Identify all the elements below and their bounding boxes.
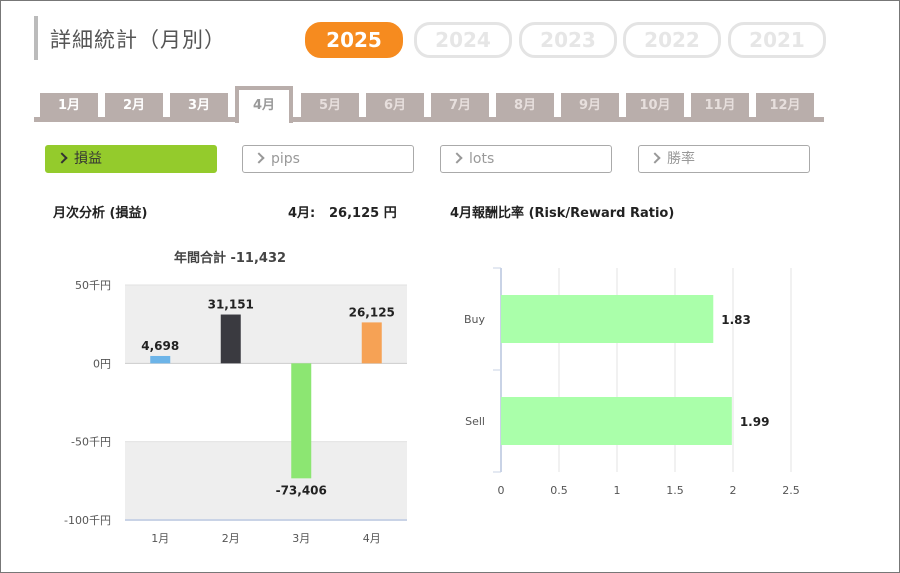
x-tick-label: 4月 (363, 532, 381, 545)
tab-month-9[interactable]: 9月 (561, 93, 619, 119)
metric-button-pips[interactable]: pips (242, 145, 414, 173)
year-button-2021[interactable]: 2021 (728, 22, 826, 58)
y-tick-label: -100千円 (64, 514, 111, 527)
tab-month-7[interactable]: 7月 (431, 93, 489, 119)
month-profit-label: 4月: (288, 206, 316, 221)
year-button-2023[interactable]: 2023 (519, 22, 617, 58)
ratio-heading: 4月報酬比率 (Risk/Reward Ratio) (450, 206, 675, 221)
chevron-right-icon (56, 152, 68, 164)
bar-value-label: 1.99 (740, 415, 770, 429)
plot-band (125, 441, 407, 520)
tab-month-3[interactable]: 3月 (170, 93, 228, 119)
bar (361, 322, 382, 364)
metric-label: lots (469, 151, 495, 167)
y-tick-label: 0円 (93, 357, 111, 370)
month-tabs: 1月 2月 3月 4月 5月 6月 7月 8月 9月 10月 11月 12月 (34, 86, 824, 123)
bar-value-label: 26,125 (349, 305, 395, 319)
y-tick-label: Sell (465, 415, 485, 428)
x-tick-label: 2.5 (782, 484, 800, 497)
y-tick-label: -50千円 (71, 436, 111, 449)
chevron-right-icon (649, 152, 661, 164)
metric-label: pips (271, 151, 300, 167)
chevron-right-icon (253, 152, 265, 164)
tab-month-1[interactable]: 1月 (40, 93, 98, 119)
bar-value-label: 31,151 (208, 298, 254, 312)
metric-label: 勝率 (667, 151, 695, 167)
bar-value-label: 1.83 (721, 313, 751, 327)
tab-month-12[interactable]: 12月 (756, 93, 814, 119)
tab-month-8[interactable]: 8月 (496, 93, 554, 119)
metric-label: 損益 (74, 151, 102, 167)
tab-month-5[interactable]: 5月 (301, 93, 359, 119)
month-profit-value: 26,125 円 (329, 206, 397, 221)
chevron-right-icon (451, 152, 463, 164)
x-tick-label: 2 (730, 484, 737, 497)
year-button-2024[interactable]: 2024 (414, 22, 512, 58)
y-tick-label: Buy (464, 313, 486, 326)
bar (501, 397, 732, 445)
x-tick-label: 1 (614, 484, 621, 497)
monthly-profit-chart: 年間合計 -11,432 50千円 0円 -50千円 -100千円 4,698 1月 31,1… (64, 250, 407, 545)
bar-value-label: -73,406 (276, 483, 327, 497)
year-button-2025[interactable]: 2025 (305, 22, 403, 58)
risk-reward-chart: 0 0.5 1 1.5 2 2.5 1.83 Buy 1.99 Sell (464, 267, 800, 497)
metric-button-profit[interactable]: 損益 (45, 145, 217, 173)
monthly-analysis-heading: 月次分析 (損益) (53, 206, 148, 221)
x-tick-label: 2月 (222, 532, 240, 545)
x-tick-label: 1.5 (666, 484, 684, 497)
title-bar: 詳細統計（月別） (34, 16, 225, 60)
metric-button-lots[interactable]: lots (440, 145, 612, 173)
x-tick-label: 3月 (292, 532, 310, 545)
page-title: 詳細統計（月別） (50, 28, 226, 52)
tab-month-11[interactable]: 11月 (691, 93, 749, 119)
bar (291, 363, 312, 479)
x-tick-label: 0 (498, 484, 505, 497)
metric-button-winrate[interactable]: 勝率 (638, 145, 810, 173)
y-tick-label: 50千円 (75, 279, 111, 292)
bar (501, 295, 714, 343)
tab-month-10[interactable]: 10月 (626, 93, 684, 119)
x-tick-label: 0.5 (550, 484, 568, 497)
bar (220, 314, 241, 364)
tab-month-4[interactable]: 4月 (235, 86, 293, 123)
tab-month-2[interactable]: 2月 (105, 93, 163, 119)
chart-title: 年間合計 -11,432 (174, 250, 286, 266)
year-button-2022[interactable]: 2022 (623, 22, 721, 58)
bar-value-label: 4,698 (141, 339, 179, 353)
tab-month-6[interactable]: 6月 (366, 93, 424, 119)
x-tick-label: 1月 (151, 532, 169, 545)
bar (150, 355, 171, 364)
